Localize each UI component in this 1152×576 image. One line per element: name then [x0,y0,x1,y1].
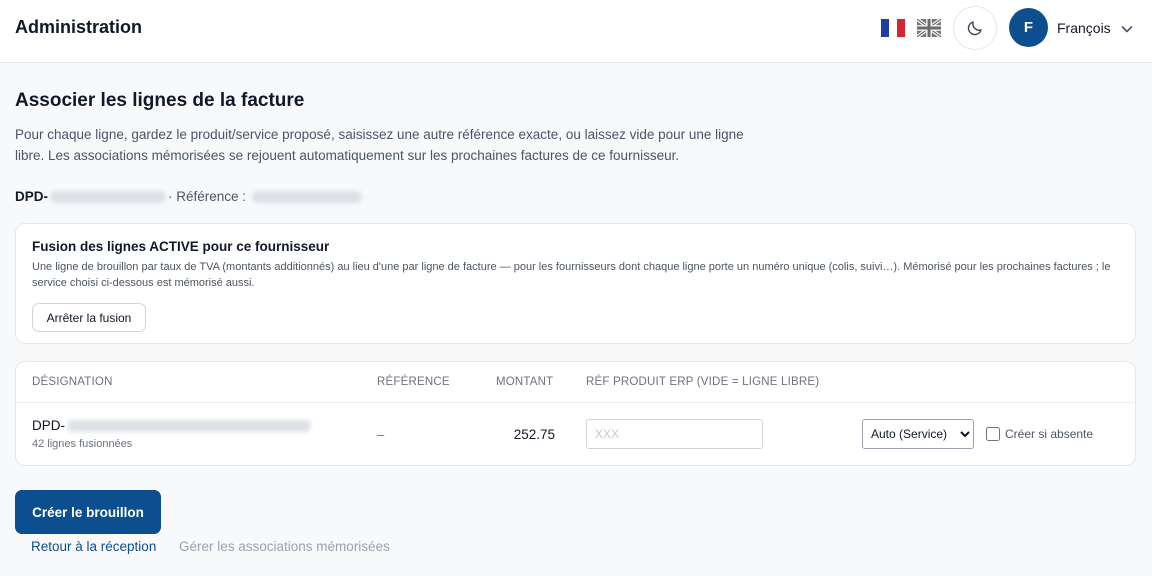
fusion-card: Fusion des lignes ACTIVE pour ce fournis… [15,223,1136,344]
flag-fr-icon[interactable] [881,19,905,37]
moon-icon [967,21,982,36]
column-header-amount: MONTANT [496,376,554,388]
designation-prefix: DPD- [32,418,65,433]
reference-value-redacted [252,190,363,203]
designation-redacted [67,419,311,432]
column-header-reference: RÉFÉRENCE [377,376,450,388]
page-description: Pour chaque ligne, gardez le produit/ser… [15,127,744,163]
top-bar: Administration F François [0,0,1152,63]
header-divider [16,402,1135,403]
avatar[interactable]: F [1009,8,1048,47]
reference-cell: – [377,427,385,442]
column-header-erp-ref: RÉF PRODUIT ERP (VIDE = LIGNE LIBRE) [586,376,820,388]
erp-ref-input[interactable] [586,419,763,449]
page-title: Associer les lignes de la facture [15,90,305,111]
fusion-title: Fusion des lignes ACTIVE pour ce fournis… [32,239,330,254]
flag-uk-icon[interactable] [915,17,943,39]
fusion-description: Une ligne de brouillon par taux de TVA (… [32,261,1111,289]
create-if-missing-checkbox[interactable] [986,427,1000,441]
chevron-down-icon[interactable] [1120,22,1134,36]
amount-cell: 252.75 [513,427,555,442]
app-title: Administration [15,17,143,37]
create-draft-button[interactable]: Créer le brouillon [15,490,161,534]
create-if-missing-label[interactable]: Créer si absente [1005,427,1093,441]
invoice-meta: DPD- · Référence : [15,189,363,204]
column-header-designation: DÉSIGNATION [32,376,113,388]
reference-label: · Référence : [168,189,247,204]
supplier-prefix: DPD- [15,189,48,204]
supplier-name-redacted [50,190,166,203]
invoice-lines-table: DÉSIGNATION RÉFÉRENCE MONTANT RÉF PRODUI… [15,361,1136,466]
designation-cell: DPD- [32,418,311,433]
service-select[interactable]: Auto (Service) [862,419,974,449]
merged-lines-count: 42 lignes fusionnées [32,438,133,450]
theme-toggle-button[interactable] [953,6,997,50]
user-name[interactable]: François [1057,20,1111,36]
back-to-reception-link[interactable]: Retour à la réception [31,539,156,554]
stop-fusion-button[interactable]: Arrêter la fusion [32,303,146,332]
manage-associations-link[interactable]: Gérer les associations mémorisées [179,539,390,554]
